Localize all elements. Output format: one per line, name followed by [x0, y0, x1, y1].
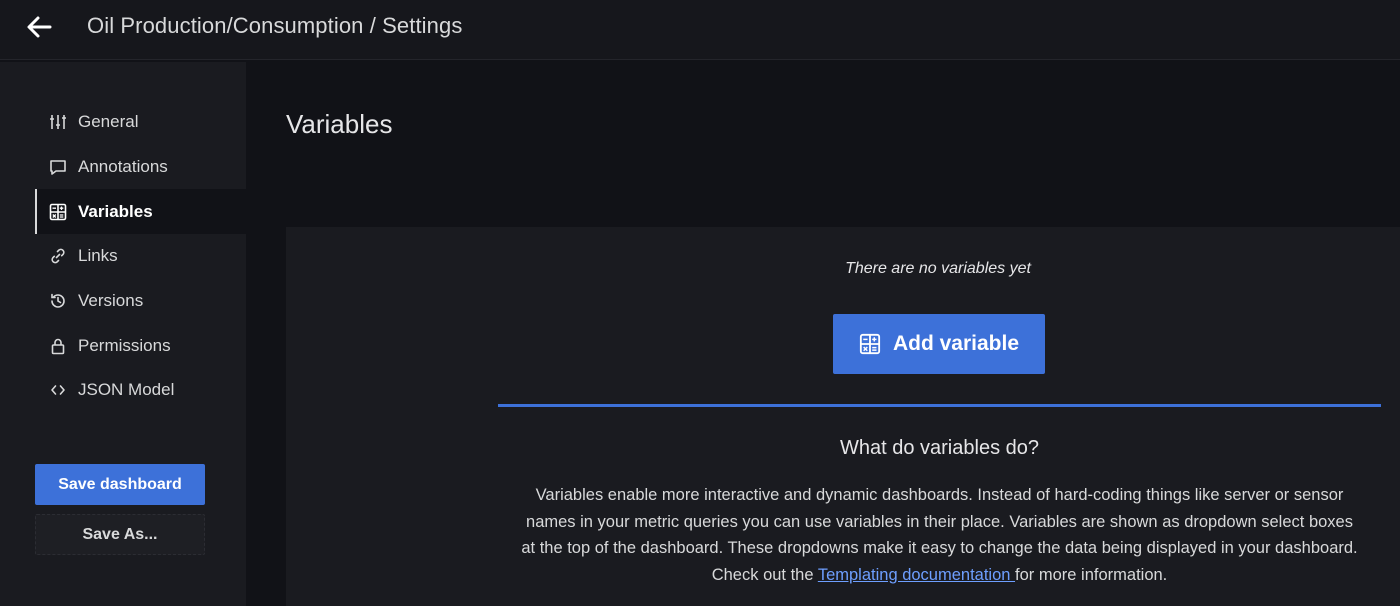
- divider: [498, 404, 1381, 407]
- calculator-icon: [859, 333, 881, 355]
- settings-sidebar: General Annotations Variables Links Vers…: [0, 62, 246, 606]
- help-paragraph: Variables enable more interactive and dy…: [518, 482, 1361, 588]
- sidebar-item-variables[interactable]: Variables: [35, 189, 246, 235]
- add-variable-button[interactable]: Add variable: [833, 314, 1045, 374]
- comment-icon: [49, 158, 67, 176]
- settings-nav: General Annotations Variables Links Vers…: [35, 100, 246, 413]
- save-as-button[interactable]: Save As...: [35, 514, 205, 555]
- sidebar-item-versions[interactable]: Versions: [35, 279, 246, 324]
- link-icon: [49, 247, 67, 265]
- code-icon: [49, 381, 67, 399]
- sidebar-item-label: Versions: [78, 291, 144, 311]
- templating-docs-link[interactable]: Templating documentation: [818, 566, 1015, 584]
- sidebar-item-label: Annotations: [78, 157, 168, 177]
- sidebar-item-links[interactable]: Links: [35, 234, 246, 279]
- history-icon: [49, 292, 67, 310]
- calculator-icon: [49, 203, 67, 221]
- arrow-left-icon: [27, 16, 52, 38]
- back-button[interactable]: [22, 10, 56, 44]
- help-heading: What do variables do?: [839, 437, 1039, 459]
- sliders-icon: [49, 113, 67, 131]
- variables-empty-panel: There are no variables yet Add variable …: [286, 227, 1400, 606]
- sidebar-item-label: Permissions: [78, 335, 171, 355]
- add-variable-label: Add variable: [892, 332, 1020, 355]
- sidebar-item-label: General: [78, 112, 139, 132]
- sidebar-item-general[interactable]: General: [35, 100, 246, 145]
- top-bar: Oil Production/Consumption / Settings: [0, 0, 1400, 60]
- sidebar-item-label: Links: [78, 246, 118, 266]
- lock-icon: [49, 337, 67, 355]
- sidebar-item-annotations[interactable]: Annotations: [35, 145, 246, 190]
- empty-state-text: There are no variables yet: [845, 260, 1031, 277]
- sidebar-item-label: Variables: [78, 201, 153, 221]
- sidebar-item-permissions[interactable]: Permissions: [35, 323, 246, 368]
- page-title: Variables: [286, 109, 393, 139]
- page-breadcrumb-title: Oil Production/Consumption / Settings: [87, 13, 463, 38]
- sidebar-item-label: JSON Model: [78, 380, 175, 400]
- save-dashboard-button[interactable]: Save dashboard: [35, 464, 205, 505]
- help-text-after: for more information.: [1015, 565, 1168, 584]
- sidebar-item-json-model[interactable]: JSON Model: [35, 368, 246, 413]
